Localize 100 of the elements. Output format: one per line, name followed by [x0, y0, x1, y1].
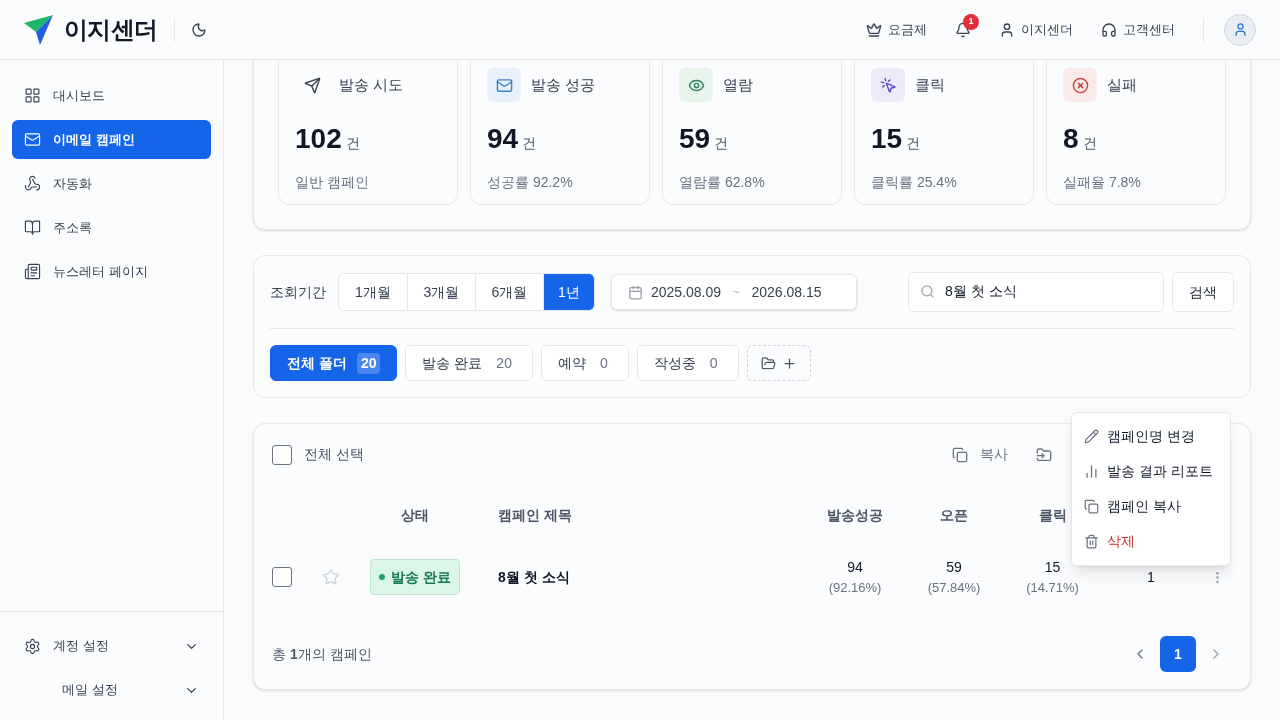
sidebar-section[interactable]: 메일 설정	[0, 668, 223, 712]
sidebar-item[interactable]: 대시보드	[12, 76, 211, 115]
folder-icon	[760, 355, 776, 371]
percent-value: (14.71%)	[1026, 579, 1079, 597]
webhook-icon	[24, 175, 41, 192]
stat-unit: 건	[906, 134, 921, 153]
column-header: 캠페인 제목	[497, 506, 572, 525]
campaign-title[interactable]: 8월 첫 소식	[474, 566, 807, 588]
avatar-button[interactable]	[1224, 13, 1256, 46]
search-icon	[920, 284, 935, 299]
stat-note: 열람률 62.8%	[679, 173, 766, 192]
stat-value: 59	[679, 122, 711, 156]
date-from: 2025.08.09	[651, 282, 722, 302]
error-icon	[1071, 76, 1089, 94]
search-button[interactable]: 검색	[1172, 272, 1234, 312]
stat-unit: 건	[522, 134, 537, 153]
select-all-label: 전체 선택	[304, 445, 364, 464]
count-value: 94	[847, 558, 863, 577]
user-icon	[1232, 22, 1248, 37]
folder-tab[interactable]: 발송 완료 20	[405, 345, 533, 381]
period-tab[interactable]: 1개월	[339, 274, 407, 310]
total-count: 총 1개의 캠페인	[272, 644, 372, 664]
status-badge: 발송 완료	[370, 559, 460, 596]
count-value: 15	[1044, 558, 1061, 577]
stat-label: 발송 성공	[531, 74, 596, 95]
column-header: 상태	[401, 506, 429, 525]
stat-unit: 건	[1082, 134, 1097, 153]
table-cell-text: 1	[1147, 567, 1155, 587]
headset-icon	[1101, 21, 1117, 38]
copy-icon	[952, 446, 968, 463]
stat-unit: 건	[345, 134, 360, 153]
date-to: 2026.08.15	[751, 282, 822, 302]
percent-value: (57.84%)	[927, 579, 981, 597]
search-field[interactable]: 8월 첫 소식	[908, 272, 1164, 312]
page-button[interactable]: 1	[1160, 636, 1196, 672]
bar-chart-icon	[1084, 464, 1099, 479]
bell-icon[interactable]	[955, 21, 971, 38]
sidebar-item[interactable]: 주소록	[12, 208, 211, 247]
stat-unit: 건	[714, 134, 729, 153]
plus-icon	[781, 355, 797, 371]
toolbar-button[interactable]: 복사	[952, 444, 1008, 465]
paper-plane-logo	[24, 13, 54, 46]
stat-value: 8	[1063, 122, 1079, 156]
header-link[interactable]: 요금제	[866, 19, 927, 40]
sidebar-item[interactable]: 이메일 캠페인	[12, 120, 211, 159]
count-value: 59	[946, 558, 962, 577]
sidebar-section[interactable]: 계정 설정	[0, 624, 223, 668]
period-label: 조회기간	[270, 282, 326, 302]
newspaper-icon	[24, 263, 41, 280]
folder-count: 0	[598, 353, 609, 373]
dashboard-icon	[24, 87, 41, 104]
dark-mode-icon[interactable]	[190, 21, 207, 38]
folder-move-icon[interactable]	[1036, 446, 1052, 463]
sidebar-item[interactable]: 뉴스레터 페이지	[12, 252, 211, 291]
menu-item[interactable]: 삭제	[1084, 524, 1218, 559]
stat-label: 실패	[1107, 74, 1137, 95]
menu-item[interactable]: 캠페인 복사	[1084, 489, 1218, 524]
folder-tab[interactable]: 전체 폴더 20	[270, 345, 398, 381]
copy-icon	[1084, 499, 1099, 514]
column-header: 발송성공	[827, 506, 883, 525]
folder-tab[interactable]: 작성중 0	[636, 345, 739, 381]
date-separator: ~	[733, 284, 740, 300]
percent-value: (92.16%)	[828, 579, 882, 597]
period-tab[interactable]: 1년	[543, 274, 594, 310]
sidebar-item[interactable]: 자동화	[12, 164, 211, 203]
user-icon	[999, 21, 1015, 38]
stat-label: 발송 시도	[339, 74, 404, 95]
brand-name: 이지센더	[64, 14, 158, 45]
folder-count: 20	[356, 352, 381, 374]
stat-value: 15	[871, 122, 903, 156]
stat-label: 클릭	[915, 74, 945, 95]
crown-icon	[866, 21, 882, 38]
stat-note: 실패율 7.8%	[1063, 173, 1142, 192]
cursor-click-icon	[879, 76, 897, 94]
menu-item[interactable]: 캠페인명 변경	[1084, 419, 1218, 454]
period-tab[interactable]: 6개월	[475, 274, 543, 310]
period-tab[interactable]: 3개월	[407, 274, 475, 310]
date-range-field[interactable]: 2025.08.09 ~ 2026.08.15	[611, 274, 857, 310]
header-link[interactable]: 이지센더	[999, 19, 1073, 40]
stat-label: 열람	[723, 74, 753, 95]
checkbox[interactable]	[272, 444, 292, 465]
menu-item[interactable]: 발송 결과 리포트	[1084, 454, 1218, 489]
notification-badge: 1	[963, 13, 979, 30]
settings-icon	[24, 637, 41, 655]
book-icon	[24, 219, 41, 236]
star-icon[interactable]	[322, 568, 340, 587]
stat-note: 성공률 92.2%	[487, 173, 574, 192]
folder-count: 0	[708, 353, 719, 373]
header-link[interactable]: 고객센터	[1101, 19, 1175, 40]
column-header: 오픈	[940, 506, 968, 525]
stat-note: 클릭률 25.4%	[871, 173, 958, 192]
add-folder-button[interactable]	[746, 345, 811, 381]
mail-icon	[495, 76, 513, 94]
calendar-icon	[628, 284, 643, 300]
stat-value: 102	[295, 122, 342, 156]
send-icon	[303, 76, 321, 94]
folder-tab[interactable]: 예약 0	[540, 345, 629, 381]
pencil-icon	[1084, 429, 1099, 444]
trash-icon	[1084, 534, 1099, 549]
checkbox[interactable]	[272, 567, 292, 588]
